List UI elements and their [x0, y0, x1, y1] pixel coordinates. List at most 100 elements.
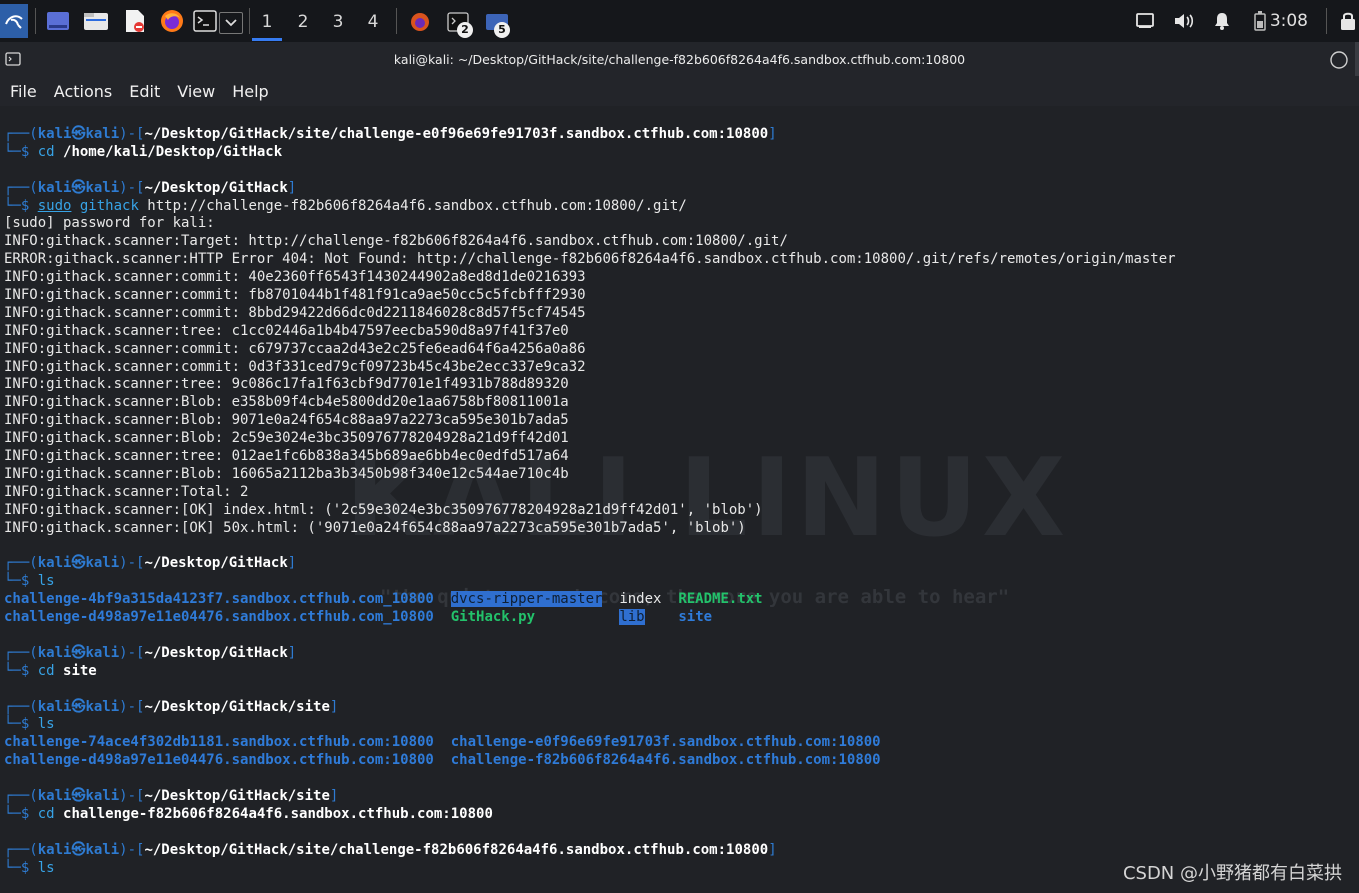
- output-line: INFO:githack.scanner:[OK] 50x.html: ('90…: [4, 519, 746, 536]
- workspace-2[interactable]: 2: [288, 8, 318, 36]
- prompt-at-symbol: ㉿: [71, 126, 86, 142]
- workspace-3[interactable]: 3: [323, 8, 353, 36]
- menu-actions[interactable]: Actions: [44, 82, 119, 101]
- prompt-dollar: $: [20, 716, 38, 733]
- command-text: ls: [37, 859, 55, 876]
- prompt-at-symbol: ㉿: [71, 644, 86, 661]
- prompt-at-symbol: ㉿: [71, 841, 86, 858]
- output-line: INFO:githack.scanner:commit: 8bbd29422d6…: [4, 304, 586, 321]
- prompt-box: ┌──(: [4, 126, 38, 142]
- lock-icon[interactable]: [1338, 10, 1358, 32]
- task-count-badge: 5: [494, 22, 510, 38]
- menu-edit[interactable]: Edit: [119, 82, 167, 101]
- ls-entry: lib: [619, 609, 645, 626]
- volume-icon[interactable]: [1172, 11, 1196, 31]
- ls-entry: dvcs-ripper-master: [450, 591, 603, 608]
- prompt-box: └─: [4, 573, 21, 590]
- chevron-down-icon[interactable]: [219, 12, 243, 34]
- cd-target: site: [63, 662, 97, 679]
- notifications-bell-icon[interactable]: [1212, 11, 1232, 31]
- terminal-icon[interactable]: [193, 9, 217, 33]
- command-text: ls: [37, 716, 55, 733]
- prompt-path: ~/Desktop/GitHack/site: [144, 698, 330, 715]
- output-line: INFO:githack.scanner:Blob: 9071e0a24f654…: [4, 412, 569, 429]
- ls-spacing: [434, 609, 451, 625]
- menu-file[interactable]: File: [0, 82, 44, 101]
- menu-help[interactable]: Help: [222, 82, 275, 101]
- window-title: kali@kali: ~/Desktop/GitHack/site/challe…: [393, 52, 966, 67]
- output-line: INFO:githack.scanner:tree: 012ae1fc6b838…: [4, 448, 569, 465]
- prompt-box: └─: [4, 805, 21, 822]
- cd-token: cd: [37, 805, 64, 822]
- command-text: cd /home/kali/Desktop/GitHack: [38, 144, 282, 160]
- cd-token: cd: [37, 662, 64, 679]
- battery-icon[interactable]: [1251, 10, 1269, 32]
- prompt-box: └─: [4, 716, 21, 733]
- firefox-icon[interactable]: [159, 8, 185, 34]
- githack-token: githack: [71, 197, 139, 214]
- kali-menu-icon[interactable]: [0, 4, 28, 38]
- ls-entry: challenge-f82b606f8264a4f6.sandbox.ctfhu…: [450, 752, 881, 769]
- prompt-dollar: $: [20, 197, 38, 214]
- prompt-box: ┌──(: [4, 698, 38, 715]
- terminal-view[interactable]: KALI LINUX "the quieter you become, the …: [0, 106, 1359, 893]
- prompt-at-symbol: ㉿: [71, 555, 86, 572]
- ls-spacing: [434, 734, 451, 750]
- prompt-box: └─: [4, 197, 21, 214]
- ls-spacing: [434, 752, 451, 768]
- ls-entry: site: [678, 609, 713, 626]
- window-control-icon[interactable]: [1329, 50, 1349, 70]
- prompt-box: ┌──(: [4, 555, 38, 572]
- text-editor-icon[interactable]: [123, 9, 147, 33]
- workspace-1[interactable]: 1: [252, 8, 282, 41]
- cd-target: /home/kali/Desktop/GitHack: [63, 143, 283, 160]
- workspace-4[interactable]: 4: [358, 8, 388, 36]
- prompt-line: ┌──(kali㉿kali)-[~/Desktop/GitHack/site]: [4, 788, 1359, 806]
- ls-row: challenge-4bf9a315da4123f7.sandbox.ctfhu…: [4, 591, 1359, 609]
- ls-spacing: [645, 609, 679, 625]
- ls-entry: index: [619, 591, 662, 608]
- prompt-line: ┌──(kali㉿kali)-[~/Desktop/GitHack]: [4, 645, 1359, 663]
- command-line: └─$ cd site: [4, 663, 1359, 681]
- output-line: INFO:githack.scanner:commit: 40e2360ff65…: [4, 269, 586, 286]
- output-line: INFO:githack.scanner:Blob: 16065a2112ba3…: [4, 465, 569, 482]
- ls-entry: challenge-4bf9a315da4123f7.sandbox.ctfhu…: [4, 591, 434, 608]
- prompt-box: )-[: [119, 841, 145, 858]
- ls-entry: challenge-d498a97e11e04476.sandbox.ctfhu…: [4, 609, 434, 626]
- prompt-line: ┌──(kali㉿kali)-[~/Desktop/GitHack/site/c…: [4, 126, 1359, 144]
- prompt-box: ┌──(: [4, 787, 38, 804]
- prompt-box: ]: [329, 787, 339, 804]
- prompt-host: kali: [85, 787, 120, 804]
- clock[interactable]: 3:08: [1270, 11, 1308, 31]
- prompt-dollar: $: [20, 143, 38, 160]
- terminal-output: ┌──(kali㉿kali)-[~/Desktop/GitHack/site/c…: [4, 126, 1359, 877]
- ls-spacing: [661, 591, 678, 607]
- csdn-credit: CSDN @小野猪都有白菜拱: [1122, 863, 1342, 884]
- prompt-line: ┌──(kali㉿kali)-[~/Desktop/GitHack/site/c…: [4, 842, 1359, 860]
- menu-view[interactable]: View: [167, 82, 222, 101]
- panel-separator: [1326, 8, 1327, 34]
- file-manager-icon[interactable]: [83, 10, 109, 32]
- top-panel: 1 2 3 4 2 5 3:08: [0, 0, 1359, 42]
- panel-separator: [396, 8, 397, 34]
- prompt-line: ┌──(kali㉿kali)-[~/Desktop/GitHack/site]: [4, 699, 1359, 717]
- prompt-box: ┌──(: [4, 179, 38, 196]
- ls-row: challenge-74ace4f302db1181.sandbox.ctfhu…: [4, 734, 1359, 752]
- desktop-icon[interactable]: [46, 10, 70, 32]
- output-line: INFO:githack.scanner:commit: fb8701044b1…: [4, 287, 586, 304]
- command-text: cd site: [38, 663, 97, 679]
- command-line: └─$ cd challenge-f82b606f8264a4f6.sandbo…: [4, 806, 1359, 824]
- window-title-bar[interactable]: kali@kali: ~/Desktop/GitHack/site/challe…: [0, 42, 1359, 77]
- ls-spacing: [602, 591, 619, 607]
- output-line: ERROR:githack.scanner:HTTP Error 404: No…: [4, 251, 1176, 268]
- output-line: INFO:githack.scanner:Blob: e358b09f4cb4e…: [4, 394, 569, 411]
- ls-entry: README.txt: [678, 591, 763, 608]
- ls-row: challenge-d498a97e11e04476.sandbox.ctfhu…: [4, 752, 1359, 770]
- prompt-host: kali: [85, 179, 120, 196]
- display-icon[interactable]: [1134, 11, 1156, 31]
- firefox-window-icon[interactable]: [408, 10, 432, 34]
- prompt-at-symbol: ㉿: [71, 698, 86, 715]
